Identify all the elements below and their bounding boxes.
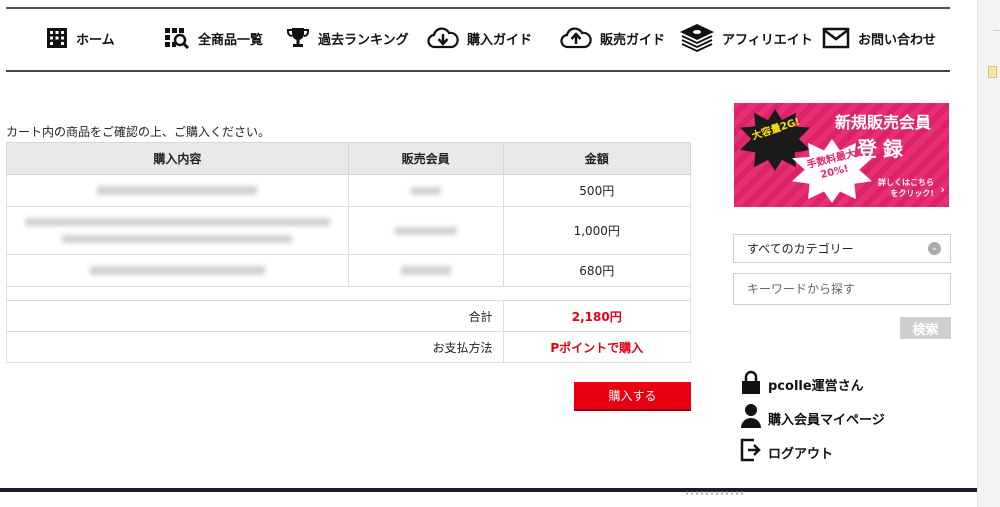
money-stack-icon — [680, 23, 714, 53]
nav-all-products-label: 全商品一覧 — [198, 32, 264, 48]
mypage-link[interactable]: 購入会員マイページ — [740, 403, 885, 433]
footer-bar — [0, 488, 977, 492]
cart-intro-text: カート内の商品をご確認の上、ご購入ください。 — [6, 125, 271, 139]
nav-sales-guide-label: 販売ガイド — [600, 32, 666, 48]
nav-home[interactable]: ホーム — [46, 23, 115, 53]
nav-affiliate[interactable]: アフィリエイト — [680, 23, 813, 53]
envelope-icon — [822, 27, 850, 49]
grid-search-icon — [164, 27, 190, 49]
cart-header-row: 購入内容 販売会員 金額 — [6, 142, 692, 175]
mypage-label: 購入会員マイページ — [768, 412, 885, 428]
nav-affiliate-label: アフィリエイト — [722, 32, 813, 48]
banner-title-2: 登録 — [857, 137, 909, 161]
nav-purchase-guide-label: 購入ガイド — [467, 32, 533, 48]
nav-home-label: ホーム — [76, 32, 115, 48]
cart-table: 購入内容 販売会員 金額 500円 1,000円 680円 合計 2,180円 — [6, 142, 692, 363]
lock-icon — [740, 369, 762, 399]
main-nav: ホーム 全商品一覧 過去ランキング 購入ガイド 販売ガイド アフィリエイト お問… — [6, 9, 950, 69]
item-price: 680円 — [502, 254, 692, 287]
payment-label: お支払方法 — [6, 331, 504, 363]
nav-ranking-label: 過去ランキング — [318, 32, 409, 48]
scroll-edge — [977, 0, 1000, 507]
building-icon — [46, 27, 68, 49]
cloud-download-icon — [427, 26, 459, 50]
footer-marks — [686, 491, 746, 495]
nav-contact[interactable]: お問い合わせ — [822, 23, 936, 53]
item-title-redacted — [6, 174, 349, 207]
logout-label: ログアウト — [768, 446, 834, 462]
table-row: 1,000円 — [6, 206, 692, 255]
payment-value: Pポイントで購入 — [502, 331, 692, 363]
user-icon — [740, 403, 762, 433]
user-name-link[interactable]: pcolle運営さん — [740, 369, 864, 399]
seller-redacted — [347, 254, 504, 287]
logout-icon — [740, 437, 762, 467]
seller-redacted — [347, 206, 504, 255]
header-seller: 販売会員 — [347, 142, 504, 175]
chevron-right-icon: › — [940, 183, 945, 196]
header-price: 金額 — [502, 142, 692, 175]
nav-divider — [6, 70, 950, 72]
logout-link[interactable]: ログアウト — [740, 437, 834, 467]
trophy-icon — [286, 27, 310, 49]
item-title-redacted — [6, 254, 349, 287]
item-price: 1,000円 — [502, 206, 692, 255]
table-row: 500円 — [6, 174, 692, 207]
nav-ranking[interactable]: 過去ランキング — [286, 23, 409, 53]
total-value: 2,180円 — [502, 300, 692, 332]
category-select-value: すべてのカテゴリー — [747, 242, 854, 256]
edge-flag — [988, 66, 997, 78]
seller-redacted — [347, 174, 504, 207]
item-title-redacted — [6, 206, 349, 255]
cloud-upload-icon — [560, 26, 592, 50]
category-select[interactable]: すべてのカテゴリー ⌄ — [733, 234, 951, 263]
chevron-down-icon: ⌄ — [928, 242, 941, 255]
total-row: 合計 2,180円 — [6, 300, 692, 332]
seller-signup-banner[interactable]: 大容量2G! 手数料最大20%! 新規販売会員 登録 詳しくはこちらをクリック!… — [734, 103, 949, 207]
nav-purchase-guide[interactable]: 購入ガイド — [427, 23, 532, 53]
item-price: 500円 — [502, 174, 692, 207]
keyword-search-input[interactable] — [733, 273, 951, 305]
nav-contact-label: お問い合わせ — [858, 32, 937, 48]
edge-tick — [993, 30, 1000, 31]
nav-all-products[interactable]: 全商品一覧 — [164, 23, 263, 53]
total-label: 合計 — [6, 300, 504, 332]
header-content: 購入内容 — [6, 142, 349, 175]
banner-title-1: 新規販売会員 — [834, 113, 931, 132]
spacer-row — [6, 286, 691, 301]
nav-sales-guide[interactable]: 販売ガイド — [560, 23, 665, 53]
payment-row: お支払方法 Pポイントで購入 — [6, 331, 692, 363]
table-row: 680円 — [6, 254, 692, 287]
search-button[interactable]: 検索 — [900, 317, 951, 339]
banner-subtext: 詳しくはこちらをクリック! — [878, 178, 934, 198]
buy-button[interactable]: 購入する — [574, 382, 691, 411]
user-name: pcolle運営さん — [768, 378, 864, 394]
